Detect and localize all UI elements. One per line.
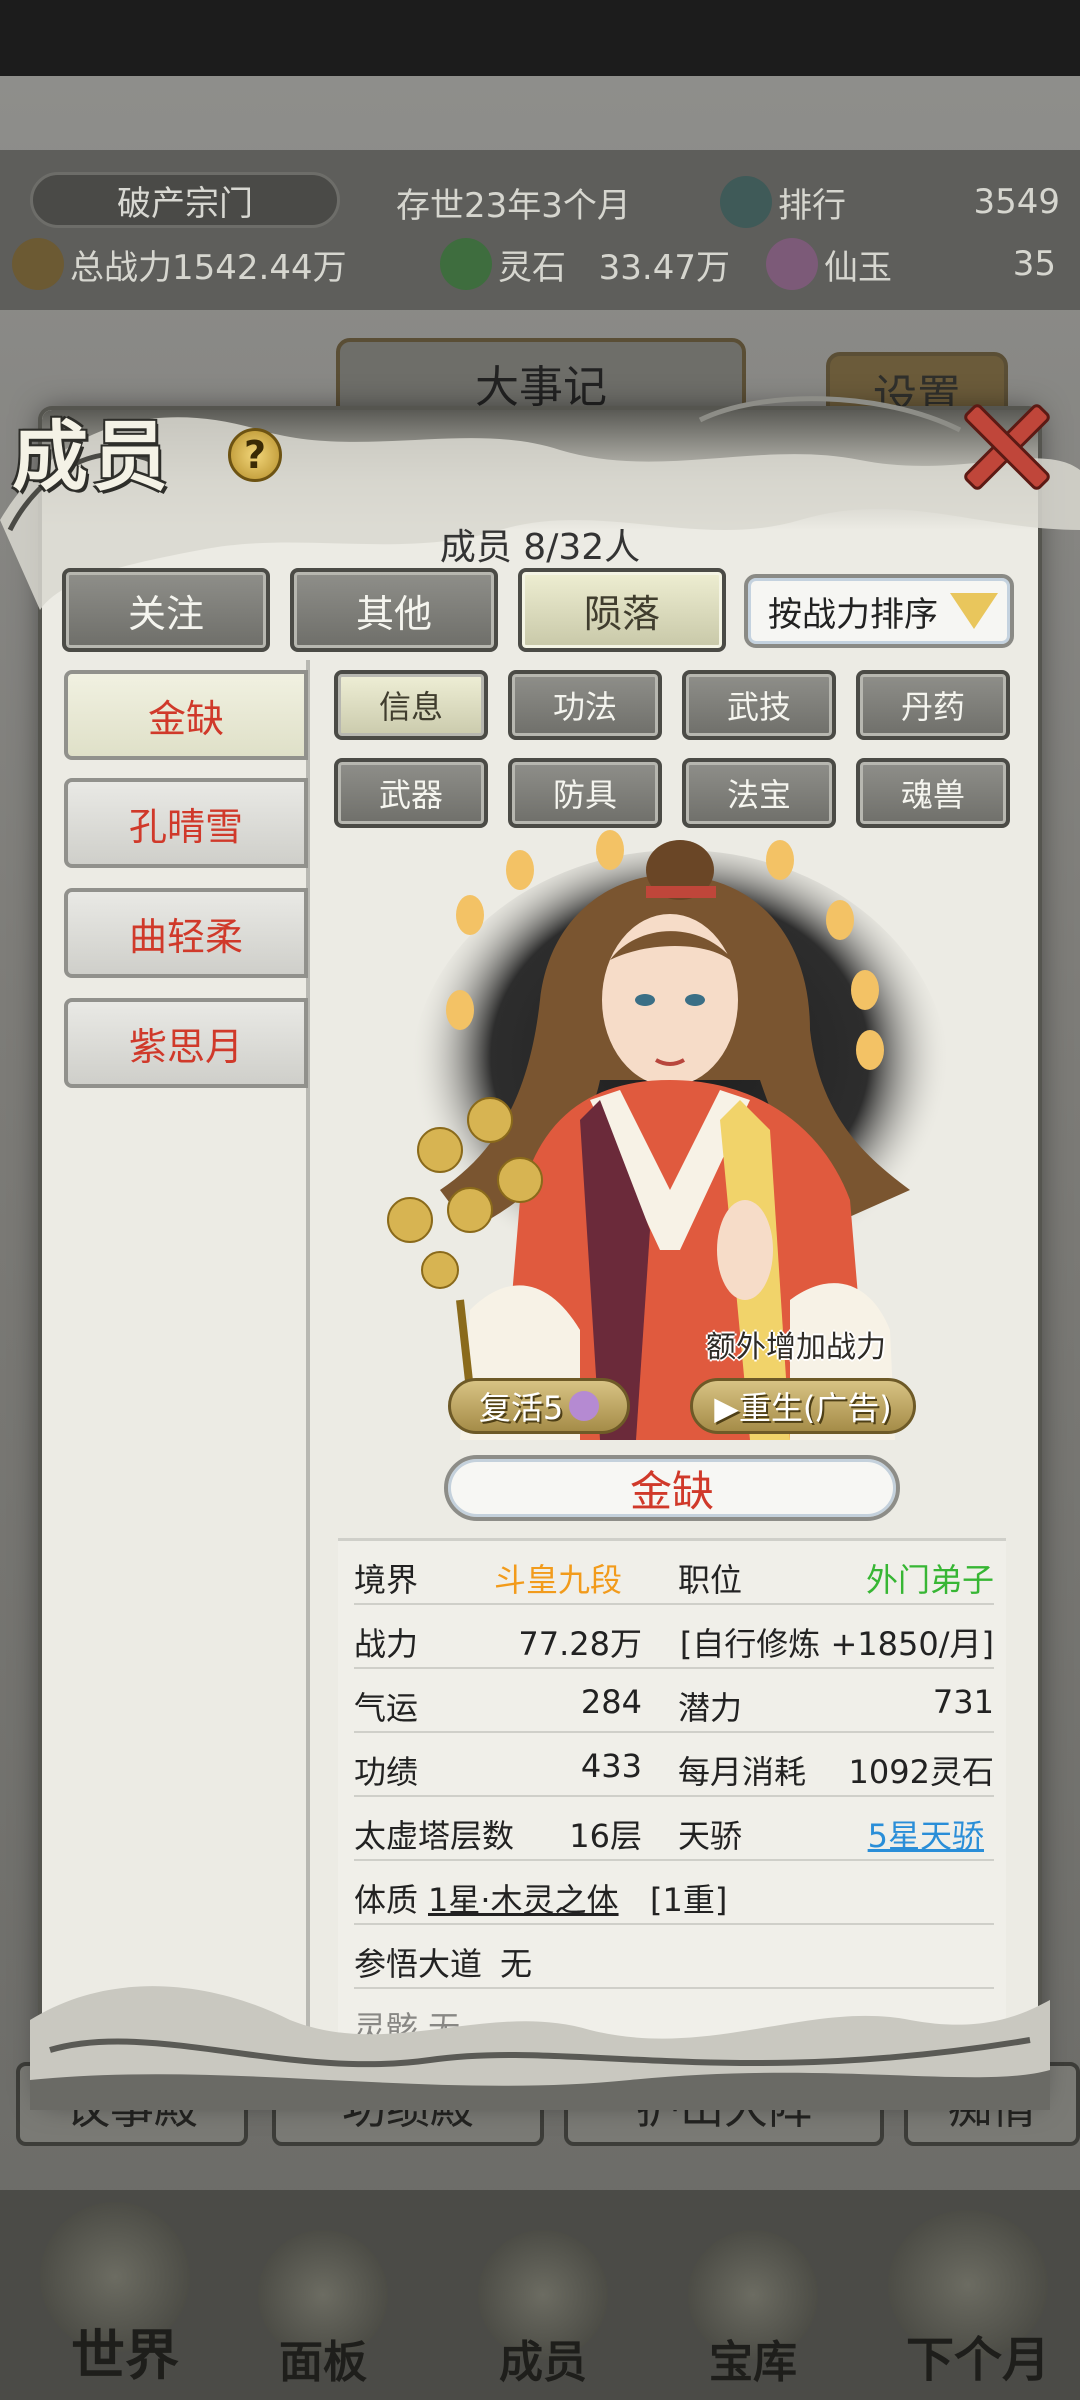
power-value: 77.28万: [518, 1625, 642, 1663]
footer-cloud-decoration: [30, 1986, 1050, 2110]
jade-stat[interactable]: 仙玉 35: [766, 238, 1056, 290]
total-power-stat: 总战力1542.44万: [12, 238, 347, 290]
monthly-cost-value: 1092灵石: [848, 1753, 994, 1791]
info-row-realm: 境界 斗皇九段 职位 外门弟子: [354, 1541, 994, 1605]
physique-link[interactable]: 1星·木灵之体: [428, 1875, 619, 1921]
info-row-merit: 功绩 433 每月消耗 1092灵石: [354, 1733, 994, 1797]
modal-title: 成员: [12, 412, 172, 501]
talent-link[interactable]: 5星天骄: [868, 1811, 984, 1857]
subtab-technique[interactable]: 功法: [508, 670, 662, 740]
character-portrait: [387, 830, 950, 1440]
close-icon[interactable]: [958, 398, 1050, 490]
talent-label: 天骄: [678, 1817, 743, 1855]
total-power: 总战力1542.44万: [70, 247, 347, 288]
help-icon[interactable]: ?: [228, 428, 282, 482]
power-icon: [12, 238, 64, 290]
spirit-stone-label: 灵石: [498, 247, 566, 288]
tower-label: 太虚塔层数: [354, 1817, 515, 1855]
info-row-power: 战力 77.28万 [自行修炼 +1850/月]: [354, 1605, 994, 1669]
info-row-physique: 体质 1星·木灵之体 [1重]: [354, 1861, 994, 1925]
bottom-nav: 世界 面板 成员 宝库 下个月: [0, 2190, 1080, 2400]
chevron-down-icon: [950, 593, 998, 629]
resource-bar: 破产宗门 存世23年3个月 排行 3549 总战力1542.44万 灵石 33.…: [0, 150, 1080, 310]
member-item-2[interactable]: 孔晴雪: [64, 778, 308, 868]
sort-dropdown[interactable]: 按战力排序: [744, 574, 1014, 648]
jade-label: 仙玉: [824, 247, 892, 288]
jade-value: 35: [1012, 244, 1056, 284]
merit-value: 433: [580, 1747, 642, 1785]
tab-follow[interactable]: 关注: [62, 568, 270, 652]
physique-level: [1重]: [650, 1881, 728, 1919]
tower-value: 16层: [569, 1817, 642, 1855]
luck-label: 气运: [354, 1689, 419, 1727]
member-item-4[interactable]: 紫思月: [64, 998, 308, 1088]
rebirth-ad-button[interactable]: ▶重生(广告): [690, 1378, 916, 1434]
spirit-stone-icon: [440, 238, 492, 290]
tab-other[interactable]: 其他: [290, 568, 498, 652]
jade-icon: [569, 1391, 600, 1421]
info-row-luck: 气运 284 潜力 731: [354, 1669, 994, 1733]
subtab-pills[interactable]: 丹药: [856, 670, 1010, 740]
monthly-cost-label: 每月消耗: [678, 1753, 807, 1791]
sect-time: 存世23年3个月: [396, 186, 631, 226]
member-count: 成员 8/32人: [439, 527, 641, 568]
realm-label: 境界: [354, 1561, 419, 1599]
realm-value: 斗皇九段: [494, 1561, 623, 1599]
member-list: 金缺 孔晴雪 曲轻柔 紫思月: [62, 660, 310, 2090]
position-label: 职位: [678, 1561, 743, 1599]
luck-value: 284: [580, 1683, 642, 1721]
member-item-3[interactable]: 曲轻柔: [64, 888, 308, 978]
physique-label: 体质: [354, 1881, 419, 1919]
rank-label: 排行: [778, 185, 846, 226]
subtab-weapon[interactable]: 武器: [334, 758, 488, 828]
extra-power-label: 额外增加战力: [706, 1330, 886, 1365]
position-value: 外门弟子: [865, 1561, 994, 1599]
character-name: 金缺: [444, 1455, 900, 1521]
rank-icon: [720, 176, 772, 228]
info-row-tower: 太虚塔层数 16层 天骄 5星天骄: [354, 1797, 994, 1861]
nav-treasury[interactable]: 宝库: [688, 2326, 818, 2390]
spirit-stone-value: 33.47万: [598, 247, 730, 288]
rank-stat[interactable]: 排行 3549: [720, 176, 1060, 228]
nav-members[interactable]: 成员: [478, 2326, 608, 2390]
power-label: 战力: [354, 1625, 419, 1663]
subtab-treasure[interactable]: 法宝: [682, 758, 836, 828]
sect-name-pill: 破产宗门: [30, 172, 340, 228]
nav-next-month[interactable]: 下个月: [888, 2320, 1068, 2390]
sort-label: 按战力排序: [768, 594, 938, 635]
potential-value: 731: [932, 1683, 994, 1721]
revive-button[interactable]: 复活5: [448, 1378, 630, 1434]
subtab-armor[interactable]: 防具: [508, 758, 662, 828]
member-item-1[interactable]: 金缺: [64, 670, 308, 760]
jade-icon: [766, 238, 818, 290]
subtab-martial[interactable]: 武技: [682, 670, 836, 740]
spirit-stone-stat[interactable]: 灵石 33.47万: [440, 238, 730, 290]
nav-world[interactable]: 世界: [50, 2311, 200, 2390]
sect-name: 破产宗门: [117, 183, 253, 224]
revive-label: 复活5: [478, 1389, 564, 1427]
nav-panel[interactable]: 面板: [258, 2326, 388, 2390]
rank-value: 3549: [973, 182, 1060, 222]
subtab-info[interactable]: 信息: [334, 670, 488, 740]
subtab-beast[interactable]: 魂兽: [856, 758, 1010, 828]
cultivation-rate: [自行修炼 +1850/月]: [679, 1625, 994, 1663]
potential-label: 潜力: [678, 1689, 743, 1727]
tab-fallen[interactable]: 陨落: [518, 568, 726, 652]
merit-label: 功绩: [354, 1753, 419, 1791]
